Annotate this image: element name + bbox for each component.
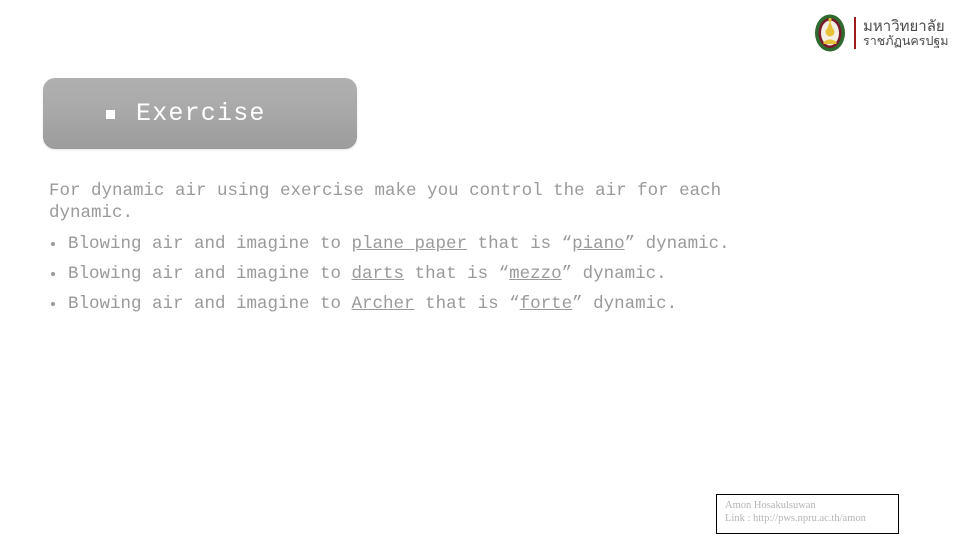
exercise-bullet-list: Blowing air and imagine to plane paper t… <box>49 233 879 315</box>
list-item-text: Blowing air and imagine to Archer that i… <box>68 294 678 314</box>
intro-paragraph: For dynamic air using exercise make you … <box>49 181 722 223</box>
credit-box: Amon Hosakulsuwan Link : http://pws.npru… <box>716 494 899 534</box>
slide-body: For dynamic air using exercise make you … <box>49 180 879 315</box>
bullet-dot-icon <box>51 242 55 246</box>
credit-link: Link : http://pws.npru.ac.th/amon <box>725 513 866 524</box>
list-item-text: Blowing air and imagine to plane paper t… <box>68 234 730 254</box>
page-title: Exercise <box>136 99 266 128</box>
logo-text: มหาวิทยาลัย ราชภัฏนครปฐม <box>863 18 949 48</box>
logo-line-2: ราชภัฏนครปฐม <box>863 33 949 49</box>
credit-author: Amon Hosakulsuwan <box>725 500 816 511</box>
list-item: Blowing air and imagine to plane paper t… <box>49 233 828 255</box>
logo-line-1: มหาวิทยาลัย <box>863 17 945 36</box>
list-item-text: Blowing air and imagine to darts that is… <box>68 264 667 284</box>
bullet-dot-icon <box>51 272 55 276</box>
logo-divider <box>854 17 856 49</box>
list-item: Blowing air and imagine to Archer that i… <box>49 293 828 315</box>
university-emblem-icon <box>815 14 845 52</box>
university-logo: มหาวิทยาลัย ราชภัฏนครปฐม <box>812 10 952 56</box>
list-item: Blowing air and imagine to darts that is… <box>49 263 828 285</box>
slide-title-plaque: Exercise <box>43 78 357 149</box>
square-bullet-icon <box>106 110 115 119</box>
bullet-dot-icon <box>51 302 55 306</box>
